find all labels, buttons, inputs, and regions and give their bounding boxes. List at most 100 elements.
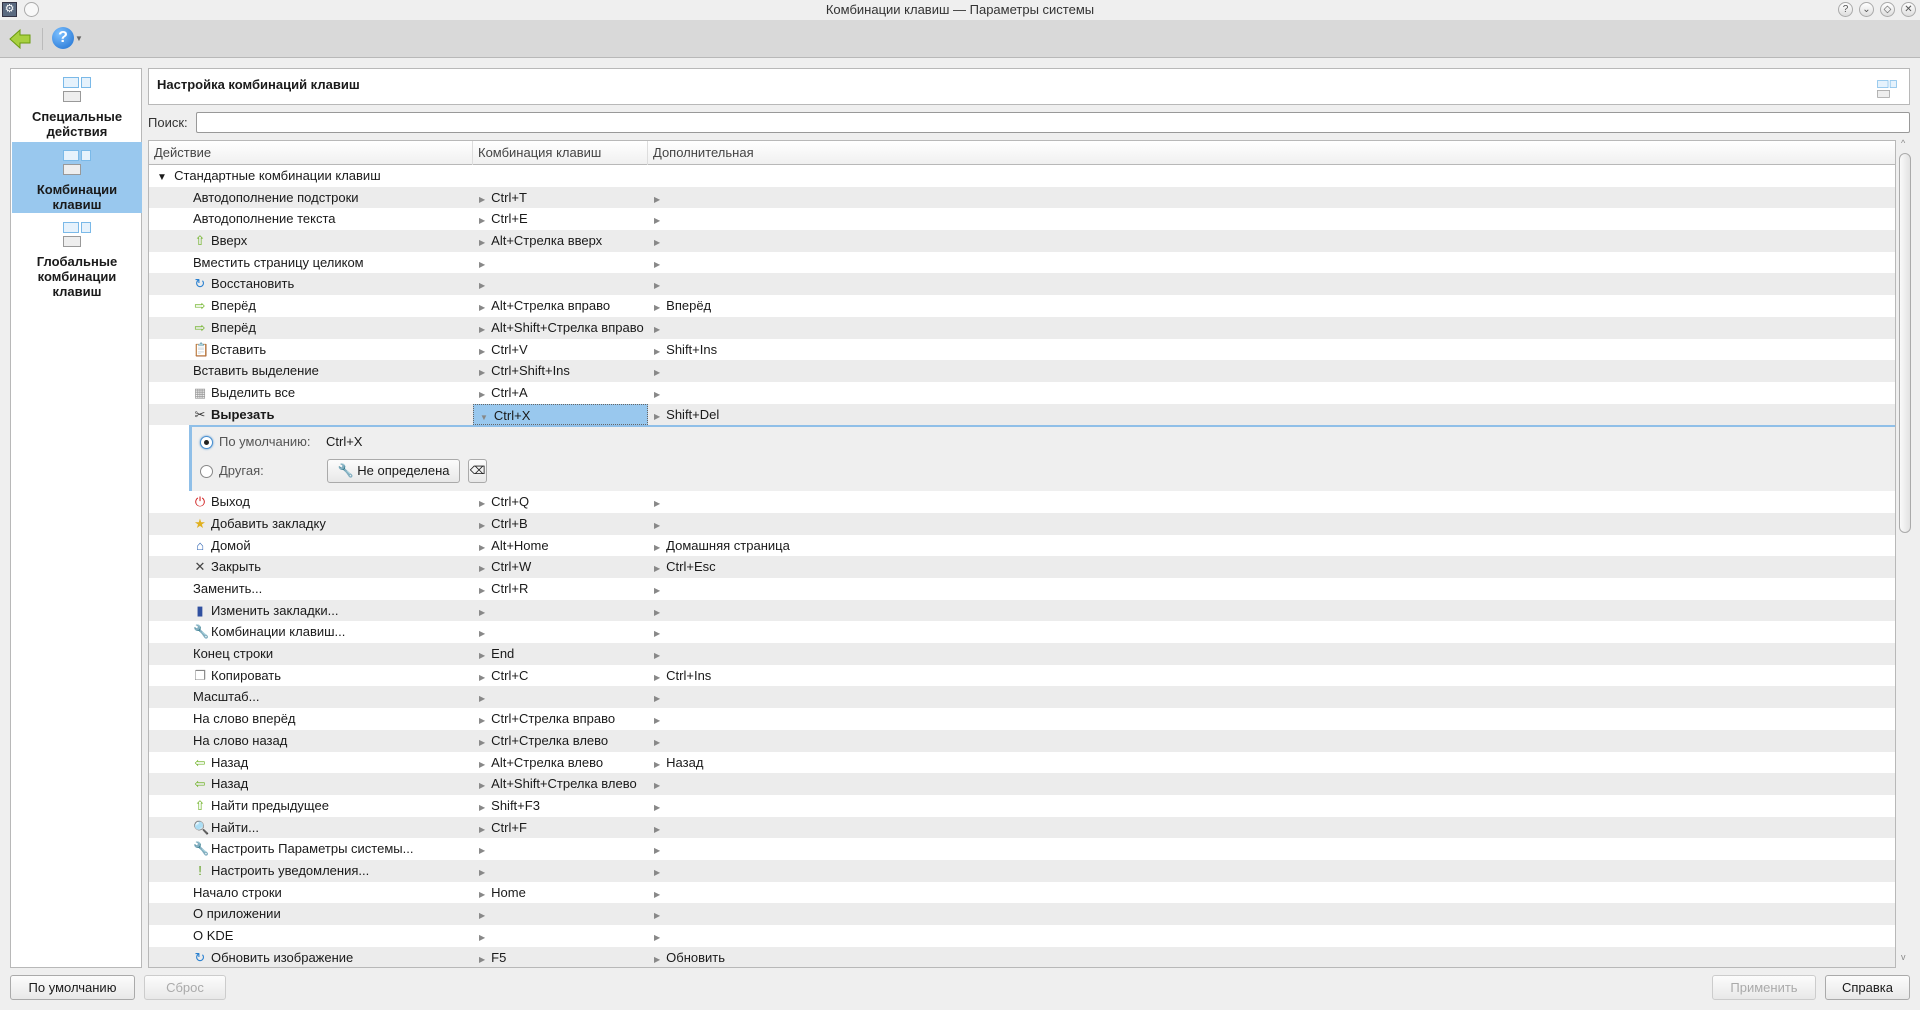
vertical-scrollbar[interactable]: ^ v: [1898, 138, 1912, 968]
alternate-cell[interactable]: ▶: [648, 578, 1888, 600]
chevron-down-icon[interactable]: ▼: [75, 34, 83, 43]
alternate-cell[interactable]: ▶: [648, 252, 1888, 274]
alternate-cell[interactable]: ▶: [648, 817, 1888, 839]
alternate-cell[interactable]: ▶: [648, 600, 1888, 622]
alternate-cell[interactable]: ▶: [648, 187, 1888, 209]
shortcut-cell[interactable]: ▶ Ctrl+B: [473, 513, 648, 535]
expand-triangle-icon[interactable]: ▼: [157, 172, 167, 183]
maximize-button[interactable]: ◇: [1880, 2, 1895, 17]
scroll-down-icon[interactable]: v: [1901, 952, 1906, 962]
help-window-button[interactable]: ?: [1838, 2, 1853, 17]
shortcut-cell[interactable]: ▶ Ctrl+F: [473, 817, 648, 839]
sidebar-item-special-actions[interactable]: Специальные действия: [12, 69, 142, 141]
alternate-cell[interactable]: ▶: [648, 230, 1888, 252]
table-row[interactable]: ⇨ Вперёд ▶ Alt+Shift+Стрелка вправо ▶: [149, 316, 1895, 339]
table-row[interactable]: Начало строки ▶ Home ▶: [149, 882, 1895, 904]
alternate-cell[interactable]: ▶: [648, 360, 1888, 382]
alternate-cell[interactable]: ▶: [648, 643, 1888, 665]
table-row[interactable]: Заменить... ▶ Ctrl+R ▶: [149, 578, 1895, 600]
alternate-cell[interactable]: ▶: [648, 621, 1888, 643]
table-row[interactable]: На слово вперёд ▶ Ctrl+Стрелка вправо ▶: [149, 708, 1895, 730]
alternate-cell[interactable]: ▶: [648, 686, 1888, 708]
alternate-cell[interactable]: ▶ Shift+Del: [648, 404, 1888, 426]
column-header-shortcut[interactable]: Комбинация клавиш: [473, 141, 648, 165]
shortcut-cell[interactable]: ▶ End: [473, 643, 648, 665]
shortcut-cell[interactable]: ▶: [473, 860, 648, 882]
clear-shortcut-button[interactable]: ⌫: [468, 459, 487, 484]
help-button[interactable]: Справка: [1825, 975, 1910, 1000]
reset-button[interactable]: Сброс: [144, 975, 226, 1000]
table-row[interactable]: ⇧ Найти предыдущее ▶ Shift+F3 ▶: [149, 795, 1895, 817]
alternate-cell[interactable]: ▶: [648, 208, 1888, 230]
shortcut-capture-button[interactable]: 🔧 Не определена: [327, 459, 460, 484]
table-row[interactable]: 🔧 Настроить Параметры системы... ▶ ▶: [149, 838, 1895, 860]
table-row[interactable]: ↻ Восстановить ▶ ▶: [149, 273, 1895, 296]
shortcut-cell[interactable]: ▶ Ctrl+W: [473, 556, 648, 578]
alternate-cell[interactable]: ▶: [648, 838, 1888, 860]
defaults-button[interactable]: По умолчанию: [10, 975, 135, 1000]
other-radio[interactable]: [200, 465, 213, 479]
alternate-cell[interactable]: ▶: [648, 708, 1888, 730]
table-row[interactable]: Конец строки ▶ End ▶: [149, 643, 1895, 665]
back-icon[interactable]: [8, 27, 32, 51]
alternate-cell[interactable]: ▶: [648, 795, 1888, 817]
alternate-cell[interactable]: ▶: [648, 925, 1888, 947]
table-row[interactable]: ⌂ Домой ▶ Alt+Home ▶ Домашняя страница: [149, 535, 1895, 557]
alternate-cell[interactable]: ▶: [648, 860, 1888, 882]
shortcut-cell[interactable]: ▶: [473, 925, 648, 947]
alternate-cell[interactable]: ▶: [648, 882, 1888, 904]
alternate-cell[interactable]: ▶ Ctrl+Ins: [648, 665, 1888, 687]
default-radio[interactable]: [200, 436, 213, 450]
shortcut-cell[interactable]: ▶: [473, 903, 648, 925]
scrollbar-thumb[interactable]: [1899, 153, 1911, 533]
table-row[interactable]: О приложении ▶ ▶: [149, 903, 1895, 925]
table-row[interactable]: ▦ Выделить все ▶ Ctrl+A ▶: [149, 382, 1895, 404]
shortcut-cell[interactable]: ▶ Alt+Стрелка вверх: [473, 230, 648, 252]
shortcut-cell[interactable]: ▶ Ctrl+C: [473, 665, 648, 687]
alternate-cell[interactable]: ▶: [648, 773, 1888, 795]
table-row[interactable]: ↻ Обновить изображение ▶ F5 ▶ Обновить: [149, 946, 1895, 967]
shortcut-cell[interactable]: ▶ Ctrl+V: [473, 339, 648, 361]
alternate-cell[interactable]: ▶: [648, 730, 1888, 752]
alternate-cell[interactable]: ▶ Назад: [648, 752, 1888, 774]
table-row[interactable]: ⇦ Назад ▶ Alt+Стрелка влево ▶ Назад: [149, 752, 1895, 774]
table-row[interactable]: 🔧 Комбинации клавиш... ▶ ▶: [149, 621, 1895, 643]
shortcut-cell[interactable]: ▼ Ctrl+X: [473, 403, 648, 426]
table-row[interactable]: Вместить страницу целиком ▶ ▶: [149, 252, 1895, 274]
alternate-cell[interactable]: ▶: [648, 903, 1888, 925]
shortcut-cell[interactable]: ▶ Home: [473, 882, 648, 904]
alternate-cell[interactable]: ▶: [648, 273, 1888, 295]
table-row[interactable]: ⇨ Вперёд ▶ Alt+Стрелка вправо ▶ Вперёд: [149, 295, 1895, 317]
table-row[interactable]: 🔍 Найти... ▶ Ctrl+F ▶: [149, 816, 1895, 839]
shortcut-cell[interactable]: ▶ Ctrl+Стрелка влево: [473, 730, 648, 752]
minimize-button[interactable]: ⌄: [1859, 2, 1874, 17]
table-row[interactable]: ▮ Изменить закладки... ▶ ▶: [149, 599, 1895, 622]
shortcut-cell[interactable]: ▶ Ctrl+Shift+Ins: [473, 360, 648, 382]
shortcut-cell[interactable]: ▶ Alt+Стрелка вправо: [473, 295, 648, 317]
sidebar-item-global-shortcuts[interactable]: Глобальные комбинации клавиш: [12, 214, 142, 300]
alternate-cell[interactable]: ▶: [648, 317, 1888, 339]
shortcut-cell[interactable]: ▶ F5: [473, 947, 648, 967]
shortcut-cell[interactable]: ▶ Alt+Shift+Стрелка влево: [473, 773, 648, 795]
table-row[interactable]: ⇦ Назад ▶ Alt+Shift+Стрелка влево ▶: [149, 773, 1895, 795]
table-row[interactable]: На слово назад ▶ Ctrl+Стрелка влево ▶: [149, 729, 1895, 752]
shortcut-cell[interactable]: ▶ Ctrl+R: [473, 578, 648, 600]
shortcut-cell[interactable]: ▶: [473, 600, 648, 622]
shortcut-cell[interactable]: ▶ Ctrl+A: [473, 382, 648, 404]
table-row[interactable]: ✂ Вырезать ▼ Ctrl+X ▶ Shift+Del: [149, 403, 1895, 426]
app-icon[interactable]: ⚙: [2, 2, 17, 17]
help-menu-button[interactable]: ?: [52, 27, 74, 49]
close-button[interactable]: ✕: [1901, 2, 1916, 17]
scroll-up-icon[interactable]: ^: [1901, 138, 1905, 148]
shortcut-cell[interactable]: ▶ Ctrl+Q: [473, 491, 648, 513]
alternate-cell[interactable]: ▶: [648, 382, 1888, 404]
table-row[interactable]: ❐ Копировать ▶ Ctrl+C ▶ Ctrl+Ins: [149, 665, 1895, 687]
shortcut-cell[interactable]: ▶ Ctrl+E: [473, 208, 648, 230]
group-row[interactable]: ▼ Стандартные комбинации клавиш: [149, 165, 1895, 187]
alternate-cell[interactable]: ▶ Вперёд: [648, 295, 1888, 317]
table-row[interactable]: Автодополнение подстроки ▶ Ctrl+T ▶: [149, 186, 1895, 209]
table-row[interactable]: 📋 Вставить ▶ Ctrl+V ▶ Shift+Ins: [149, 339, 1895, 361]
table-row[interactable]: ✕ Закрыть ▶ Ctrl+W ▶ Ctrl+Esc: [149, 556, 1895, 578]
table-row[interactable]: О KDE ▶ ▶: [149, 925, 1895, 947]
shortcut-cell[interactable]: ▶: [473, 273, 648, 295]
